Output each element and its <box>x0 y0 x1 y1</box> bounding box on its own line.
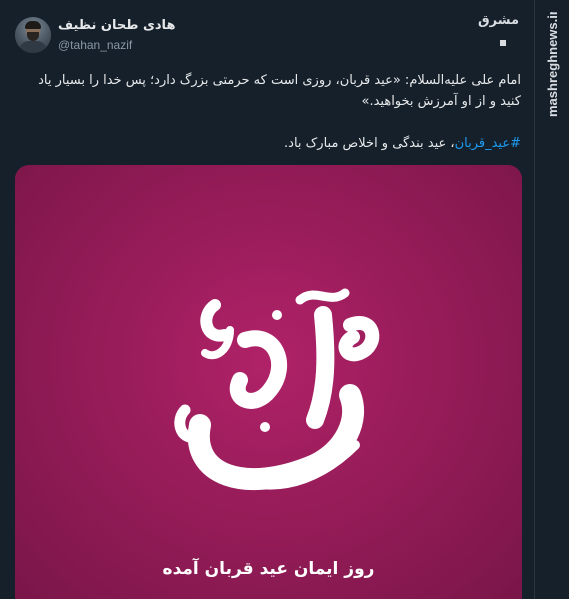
qurban-calligraphy <box>174 288 380 490</box>
image-caption: روز ایمان عید قربان آمده <box>162 559 375 579</box>
hashtag-link[interactable]: #عید_قربان <box>455 136 521 151</box>
watermark-site-label: mashreghnews.ir <box>545 12 560 117</box>
watermark-site-text: mashreghnews.ir <box>545 12 560 117</box>
author-handle[interactable]: @tahan_nazif <box>58 38 132 52</box>
tweet-card: مشرق هادی طحان نظیف @tahan_nazif امام عل… <box>0 0 534 599</box>
tweet-text: امام علی علیه‌السلام: «عید قربان، روزی ا… <box>15 70 521 175</box>
watermark-logo-text: مشرق <box>478 13 519 28</box>
mashregh-logo: مشرق <box>478 10 519 46</box>
avatar[interactable] <box>15 17 51 53</box>
tweet-paragraph-2-text: ، عید بندگی و اخلاص مبارک باد. <box>284 136 455 151</box>
tweet-paragraph-2: #عید_قربان، عید بندگی و اخلاص مبارک باد. <box>15 133 521 154</box>
tweet-paragraph-1: امام علی علیه‌السلام: «عید قربان، روزی ا… <box>38 73 521 109</box>
tweet-image[interactable]: روز ایمان عید قربان آمده <box>15 165 522 599</box>
author-name[interactable]: هادی طحان نظیف <box>58 18 175 33</box>
watermark-sidebar: mashreghnews.ir <box>534 0 569 599</box>
